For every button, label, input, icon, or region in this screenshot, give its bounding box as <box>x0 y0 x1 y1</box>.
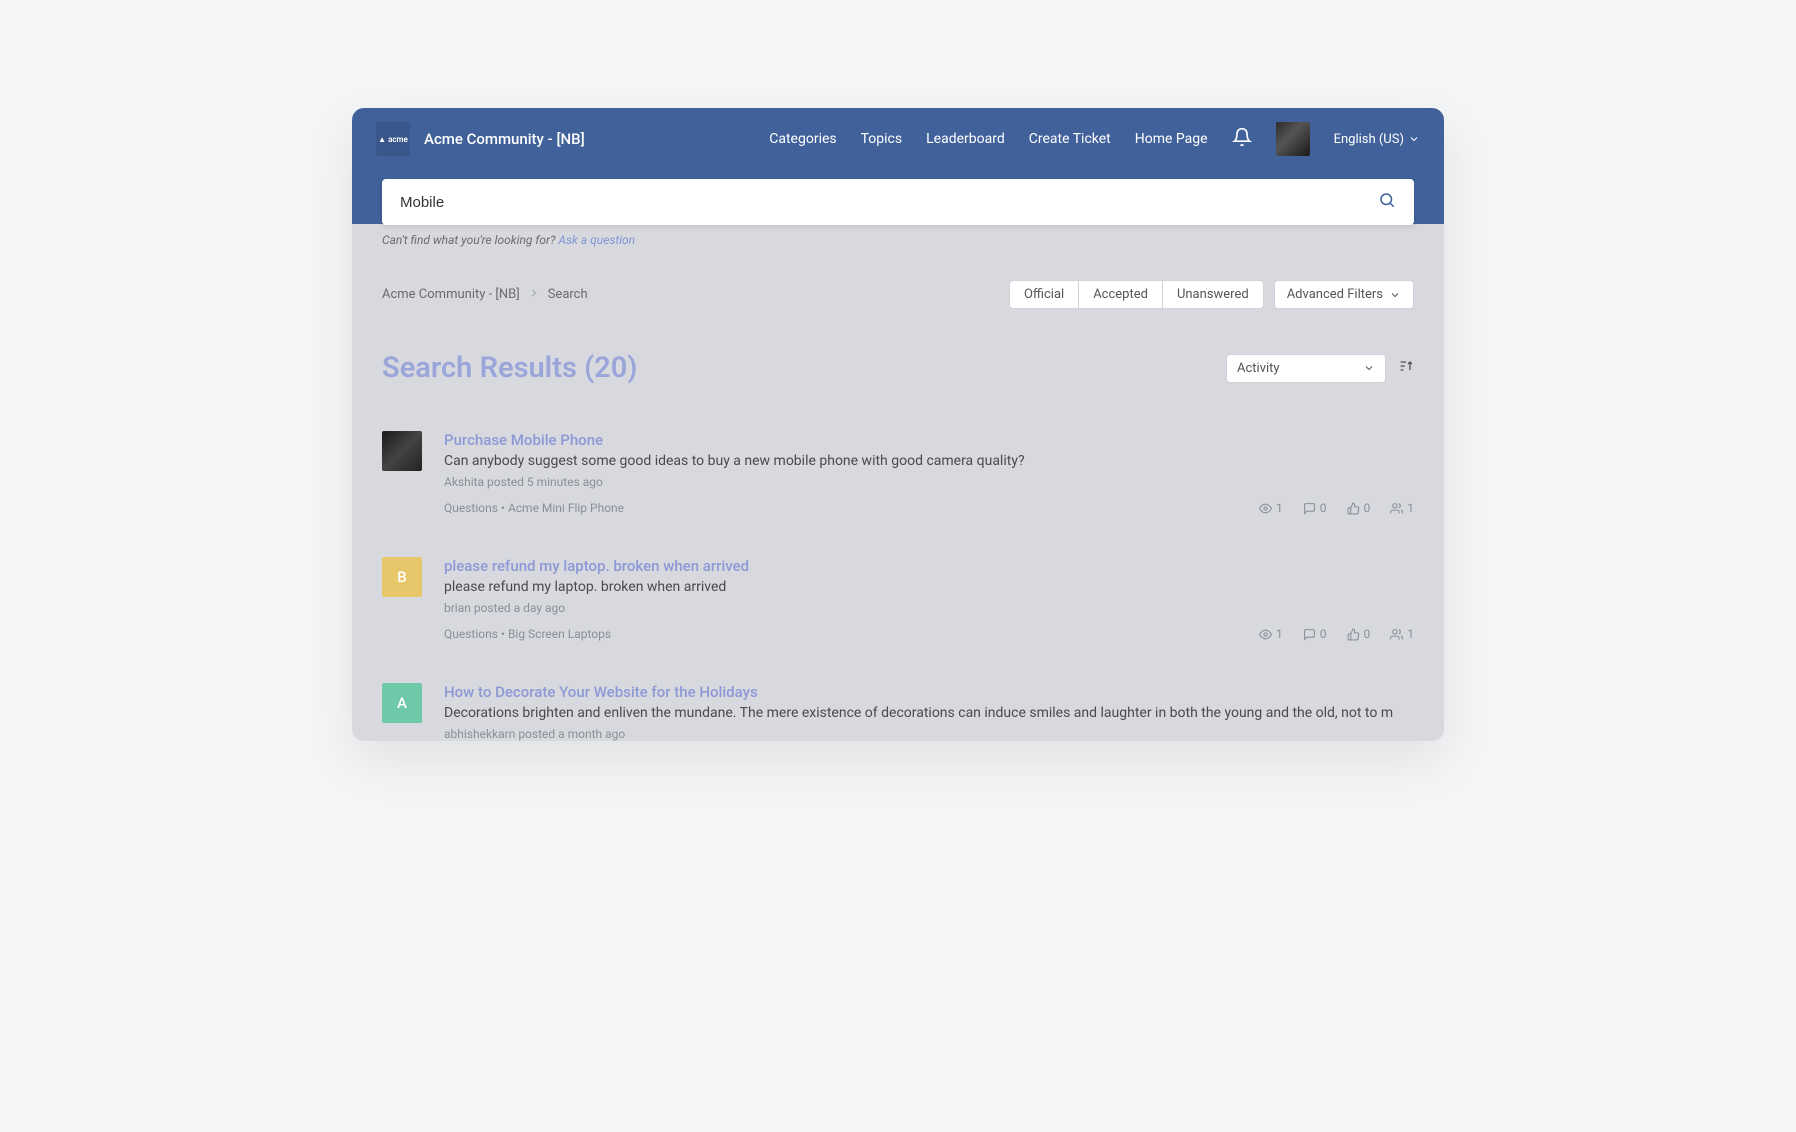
result-meta: abhishekkarn posted a month ago <box>444 727 1414 741</box>
eye-icon <box>1259 628 1272 641</box>
result-item: Purchase Mobile Phone Can anybody sugges… <box>382 431 1414 515</box>
result-avatar[interactable]: A <box>382 683 422 723</box>
result-body: How to Decorate Your Website for the Hol… <box>444 683 1414 741</box>
breadcrumb-root[interactable]: Acme Community - [NB] <box>382 287 520 302</box>
filter-accepted[interactable]: Accepted <box>1079 281 1163 308</box>
hint-text: Can't find what you're looking for? <box>382 233 558 247</box>
avatar[interactable] <box>1276 122 1310 156</box>
search-input[interactable] <box>400 194 1378 211</box>
result-meta: Akshita posted 5 minutes ago <box>444 475 1414 489</box>
comment-icon <box>1303 502 1316 515</box>
result-meta: brian posted a day ago <box>444 601 1414 615</box>
stat-value: 1 <box>1407 501 1414 515</box>
result-item: B please refund my laptop. broken when a… <box>382 557 1414 641</box>
nav: Categories Topics Leaderboard Create Tic… <box>769 122 1420 156</box>
header-bar: ▲ acme Acme Community - [NB] Categories … <box>352 116 1444 162</box>
result-item: A How to Decorate Your Website for the H… <box>382 683 1414 741</box>
result-snippet: please refund my laptop. broken when arr… <box>444 579 1414 595</box>
filter-official[interactable]: Official <box>1010 281 1079 308</box>
result-avatar[interactable] <box>382 431 422 471</box>
result-snippet: Can anybody suggest some good ideas to b… <box>444 453 1414 469</box>
advanced-filters-button[interactable]: Advanced Filters <box>1274 280 1414 309</box>
stat-value: 0 <box>1364 627 1371 641</box>
result-title[interactable]: please refund my laptop. broken when arr… <box>444 557 1414 575</box>
stat-likes: 0 <box>1347 501 1371 515</box>
result-category[interactable]: Questions • Acme Mini Flip Phone <box>444 501 624 515</box>
eye-icon <box>1259 502 1272 515</box>
chevron-right-icon <box>528 287 540 303</box>
users-icon <box>1390 628 1403 641</box>
result-stats: 1 0 0 1 <box>1259 627 1414 641</box>
body-area: Acme Community - [NB] Search Official Ac… <box>352 224 1444 741</box>
sort-area: Activity <box>1226 354 1414 383</box>
stat-likes: 0 <box>1347 627 1371 641</box>
breadcrumb-current: Search <box>548 287 588 302</box>
sort-select[interactable]: Activity <box>1226 354 1386 383</box>
result-title[interactable]: Purchase Mobile Phone <box>444 431 1414 449</box>
page-title: Search Results (20) <box>382 351 637 385</box>
advanced-filters-label: Advanced Filters <box>1287 287 1383 302</box>
result-footer: Questions • Big Screen Laptops 1 0 0 1 <box>444 627 1414 641</box>
site-title[interactable]: Acme Community - [NB] <box>424 130 585 148</box>
nav-leaderboard[interactable]: Leaderboard <box>926 131 1005 147</box>
comment-icon <box>1303 628 1316 641</box>
ask-question-link[interactable]: Ask a question <box>558 233 635 247</box>
chevron-down-icon <box>1408 133 1420 145</box>
nav-topics[interactable]: Topics <box>861 131 902 147</box>
result-footer: Questions • Acme Mini Flip Phone 1 0 0 1 <box>444 501 1414 515</box>
title-row: Search Results (20) Activity <box>382 351 1414 385</box>
breadcrumb-row: Acme Community - [NB] Search Official Ac… <box>382 280 1414 309</box>
stat-views: 1 <box>1259 501 1283 515</box>
results-list: Purchase Mobile Phone Can anybody sugges… <box>382 431 1414 741</box>
header: ▲ acme Acme Community - [NB] Categories … <box>352 108 1444 224</box>
stat-value: 0 <box>1320 627 1327 641</box>
users-icon <box>1390 502 1403 515</box>
sort-selected: Activity <box>1237 361 1280 376</box>
stat-comments: 0 <box>1303 501 1327 515</box>
chevron-down-icon <box>1363 362 1375 374</box>
search-icon[interactable] <box>1378 191 1396 213</box>
like-icon <box>1347 628 1360 641</box>
search-wrap: Can't find what you're looking for? Ask … <box>382 179 1414 247</box>
bell-icon[interactable] <box>1232 127 1252 151</box>
stat-value: 0 <box>1364 501 1371 515</box>
result-stats: 1 0 0 1 <box>1259 501 1414 515</box>
search-box <box>382 179 1414 225</box>
stat-users: 1 <box>1390 627 1414 641</box>
stat-comments: 0 <box>1303 627 1327 641</box>
stat-views: 1 <box>1259 627 1283 641</box>
stat-value: 1 <box>1276 501 1283 515</box>
result-body: please refund my laptop. broken when arr… <box>444 557 1414 641</box>
stat-users: 1 <box>1390 501 1414 515</box>
result-category[interactable]: Questions • Big Screen Laptops <box>444 627 611 641</box>
result-avatar[interactable]: B <box>382 557 422 597</box>
nav-categories[interactable]: Categories <box>769 131 836 147</box>
filter-group: Official Accepted Unanswered Advanced Fi… <box>1009 280 1414 309</box>
app-frame: ▲ acme Acme Community - [NB] Categories … <box>352 108 1444 741</box>
result-snippet: Decorations brighten and enliven the mun… <box>444 705 1414 721</box>
filter-pill-set: Official Accepted Unanswered <box>1009 280 1264 309</box>
nav-home-page[interactable]: Home Page <box>1135 131 1208 147</box>
stat-value: 1 <box>1276 627 1283 641</box>
nav-create-ticket[interactable]: Create Ticket <box>1029 131 1111 147</box>
stat-value: 0 <box>1320 501 1327 515</box>
result-body: Purchase Mobile Phone Can anybody sugges… <box>444 431 1414 515</box>
search-hint: Can't find what you're looking for? Ask … <box>382 233 1414 247</box>
stat-value: 1 <box>1407 627 1414 641</box>
like-icon <box>1347 502 1360 515</box>
sort-direction-icon[interactable] <box>1398 358 1414 378</box>
language-selector[interactable]: English (US) <box>1334 132 1420 147</box>
result-title[interactable]: How to Decorate Your Website for the Hol… <box>444 683 1414 701</box>
language-label: English (US) <box>1334 132 1404 147</box>
logo[interactable]: ▲ acme <box>376 122 410 156</box>
filter-unanswered[interactable]: Unanswered <box>1163 281 1263 308</box>
chevron-down-icon <box>1389 289 1401 301</box>
